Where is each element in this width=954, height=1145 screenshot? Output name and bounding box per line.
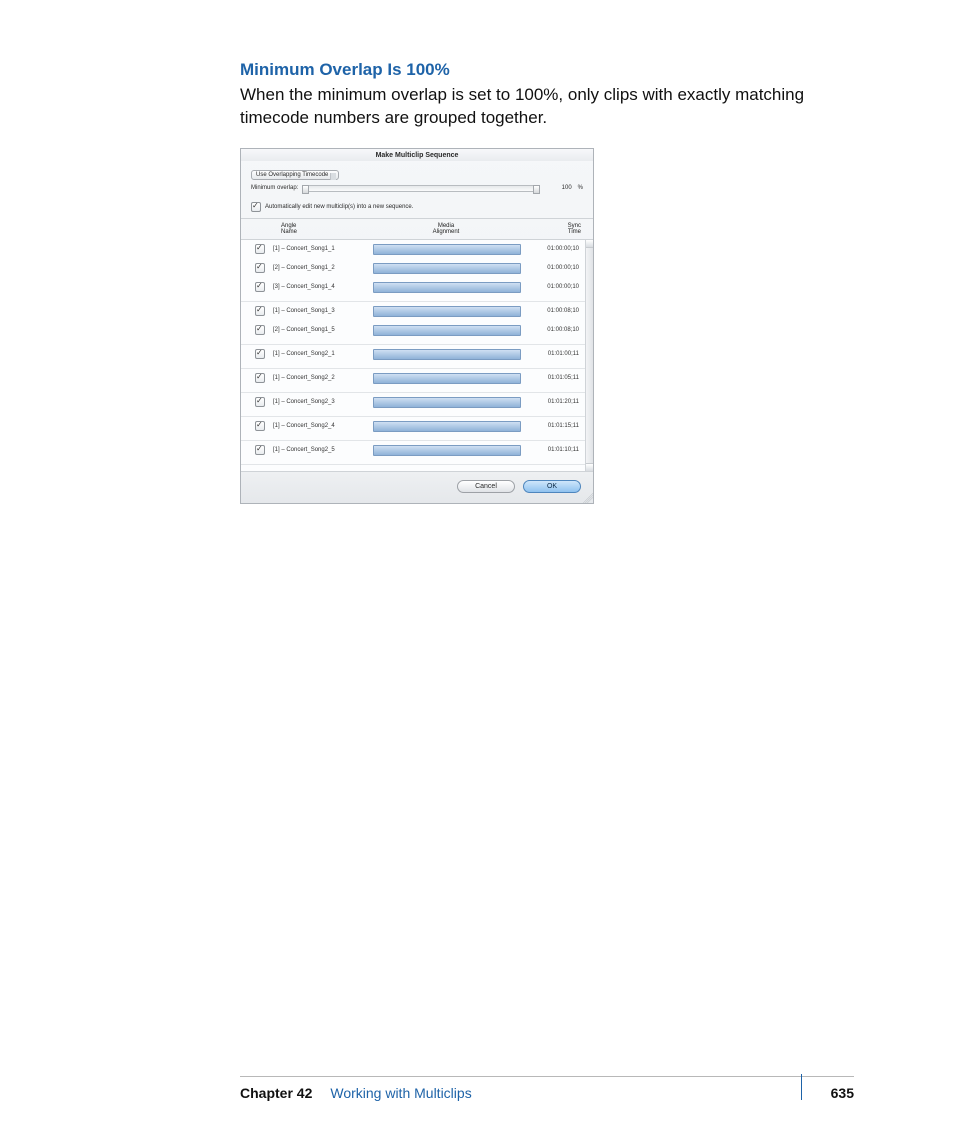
page-footer: Chapter 42 Working with Multiclips 635 [240, 1076, 854, 1101]
table-row[interactable]: [3] – Concert_Song1_4 01:00:00;10 [241, 278, 593, 297]
sync-time: 01:00:08;10 [529, 327, 579, 333]
auto-edit-checkbox[interactable] [251, 202, 261, 212]
clip-group: [1] – Concert_Song2_1 01:01:00;11 [241, 345, 593, 369]
angle-name: [1] – Concert_Song1_1 [273, 246, 365, 252]
clip-group: [1] – Concert_Song1_301:00:08;10[2] – Co… [241, 302, 593, 345]
angle-name: [1] – Concert_Song2_1 [273, 351, 365, 357]
table-row[interactable]: [2] – Concert_Song1_2 01:00:00;10 [241, 259, 593, 278]
overlap-slider[interactable] [302, 185, 539, 192]
auto-edit-label: Automatically edit new multiclip(s) into… [265, 204, 413, 210]
dialog-title: Make Multiclip Sequence [241, 149, 593, 162]
sync-time: 01:00:00;10 [529, 284, 579, 290]
media-alignment-bar [373, 263, 521, 274]
media-alignment-bar [373, 373, 521, 384]
body-paragraph: When the minimum overlap is set to 100%,… [240, 84, 854, 130]
resize-grip-icon[interactable] [583, 493, 593, 503]
table-row[interactable]: [1] – Concert_Song2_5 01:01:10;11 [241, 441, 593, 460]
clip-group: [1] – Concert_Song2_2 01:01:05;11 [241, 369, 593, 393]
clip-list[interactable]: [1] – Concert_Song1_101:00:00;10[2] – Co… [241, 239, 593, 472]
media-alignment-bar [373, 282, 521, 293]
col-media-l2: Alignment [391, 229, 501, 235]
row-checkbox[interactable] [255, 263, 265, 273]
sync-time: 01:01:20;11 [529, 399, 579, 405]
table-row[interactable]: [1] – Concert_Song1_3 01:00:08;10 [241, 302, 593, 321]
angle-name: [2] – Concert_Song1_5 [273, 327, 365, 333]
angle-name: [1] – Concert_Song2_4 [273, 423, 365, 429]
sync-time: 01:01:15;11 [529, 423, 579, 429]
clip-group: [1] – Concert_Song2_3 01:01:20;11 [241, 393, 593, 417]
media-alignment-bar [373, 397, 521, 408]
row-checkbox[interactable] [255, 282, 265, 292]
row-checkbox[interactable] [255, 325, 265, 335]
vertical-scrollbar[interactable] [585, 240, 593, 471]
table-row[interactable]: [1] – Concert_Song2_2 01:01:05;11 [241, 369, 593, 388]
angle-name: [1] – Concert_Song2_2 [273, 375, 365, 381]
sync-time: 01:00:00;10 [529, 246, 579, 252]
angle-name: [1] – Concert_Song2_3 [273, 399, 365, 405]
chapter-label: Chapter 42 [240, 1085, 312, 1101]
overlap-value[interactable]: 100 [544, 185, 574, 191]
row-checkbox[interactable] [255, 421, 265, 431]
overlap-label: Minimum overlap: [251, 185, 298, 191]
sync-time: 01:01:10;11 [529, 447, 579, 453]
angle-name: [2] – Concert_Song1_2 [273, 265, 365, 271]
angle-name: [1] – Concert_Song2_5 [273, 447, 365, 453]
media-alignment-bar [373, 244, 521, 255]
media-alignment-bar [373, 445, 521, 456]
dialog-top-controls: Use Overlapping Timecode Minimum overlap… [241, 162, 593, 219]
table-row[interactable]: [2] – Concert_Song1_5 01:00:08;10 [241, 321, 593, 340]
angle-name: [1] – Concert_Song1_3 [273, 308, 365, 314]
sync-time: 01:00:08;10 [529, 308, 579, 314]
dialog-button-bar: Cancel OK [241, 472, 593, 503]
ok-button[interactable]: OK [523, 480, 581, 493]
clip-group: [1] – Concert_Song2_4 01:01:15;11 [241, 417, 593, 441]
table-row[interactable]: [1] – Concert_Song2_1 01:01:00;11 [241, 345, 593, 364]
angle-name: [3] – Concert_Song1_4 [273, 284, 365, 290]
row-checkbox[interactable] [255, 244, 265, 254]
footer-divider [801, 1074, 802, 1100]
col-angle-l2: Name [281, 229, 391, 235]
row-checkbox[interactable] [255, 445, 265, 455]
row-checkbox[interactable] [255, 397, 265, 407]
chapter-title: Working with Multiclips [330, 1085, 471, 1101]
row-checkbox[interactable] [255, 349, 265, 359]
col-sync-l2: Time [531, 229, 581, 235]
sync-time: 01:01:00;11 [529, 351, 579, 357]
list-header: Angle Name Media Alignment Sync Time [241, 219, 593, 239]
clip-group: [1] – Concert_Song2_5 01:01:10;11 [241, 441, 593, 465]
clip-group: [1] – Concert_Song1_101:00:00;10[2] – Co… [241, 240, 593, 302]
table-row[interactable]: [1] – Concert_Song1_1 01:00:00;10 [241, 240, 593, 259]
media-alignment-bar [373, 306, 521, 317]
make-multiclip-dialog: Make Multiclip Sequence Use Overlapping … [240, 148, 594, 504]
section-heading: Minimum Overlap Is 100% [240, 60, 854, 80]
media-alignment-bar [373, 421, 521, 432]
row-checkbox[interactable] [255, 373, 265, 383]
page-number: 635 [831, 1085, 854, 1101]
media-alignment-bar [373, 325, 521, 336]
row-checkbox[interactable] [255, 306, 265, 316]
sync-time: 01:00:00;10 [529, 265, 579, 271]
table-row[interactable]: [1] – Concert_Song2_3 01:01:20;11 [241, 393, 593, 412]
table-row[interactable]: [1] – Concert_Song2_4 01:01:15;11 [241, 417, 593, 436]
overlap-unit: % [578, 185, 583, 191]
sync-time: 01:01:05;11 [529, 375, 579, 381]
sync-mode-popup[interactable]: Use Overlapping Timecode [251, 170, 339, 180]
cancel-button[interactable]: Cancel [457, 480, 515, 493]
media-alignment-bar [373, 349, 521, 360]
